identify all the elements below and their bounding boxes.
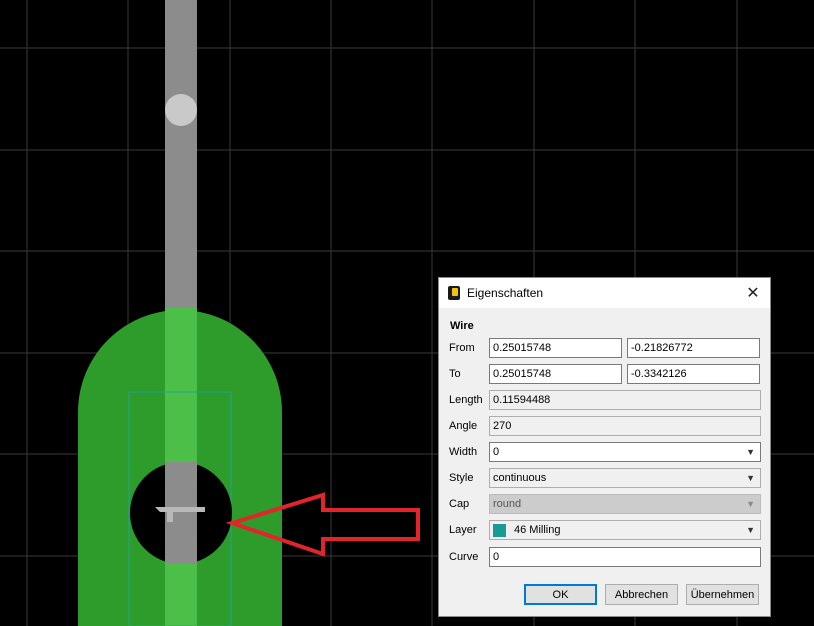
from-row: From 0.25015748 -0.21826772 xyxy=(449,338,760,358)
chevron-down-icon[interactable]: ▼ xyxy=(746,525,757,535)
app-icon xyxy=(448,286,460,300)
width-combo[interactable]: 0 ▼ xyxy=(489,442,761,462)
angle-row: Angle 270 xyxy=(449,416,761,436)
close-icon[interactable]: ✕ xyxy=(742,282,764,304)
width-value: 0 xyxy=(493,446,500,458)
section-title: Wire xyxy=(450,320,474,332)
chevron-down-icon[interactable]: ▼ xyxy=(746,447,757,457)
angle-label: Angle xyxy=(449,420,478,432)
cap-label: Cap xyxy=(449,498,470,510)
cap-row: Cap round ▼ xyxy=(449,494,761,514)
properties-dialog: Eigenschaften ✕ Wire From 0.25015748 -0.… xyxy=(438,277,771,617)
length-row: Length 0.11594488 xyxy=(449,390,761,410)
chevron-down-icon[interactable]: ▼ xyxy=(746,473,757,483)
dialog-title: Eigenschaften xyxy=(467,286,544,300)
wire-trace[interactable] xyxy=(165,0,197,308)
style-label: Style xyxy=(449,472,474,484)
to-x-input[interactable]: 0.25015748 xyxy=(489,364,622,384)
apply-button[interactable]: Übernehmen xyxy=(686,584,759,605)
cap-dropdown: round ▼ xyxy=(489,494,761,514)
length-field: 0.11594488 xyxy=(489,390,761,410)
to-row: To 0.25015748 -0.3342126 xyxy=(449,364,760,384)
to-y-input[interactable]: -0.3342126 xyxy=(627,364,760,384)
curve-input[interactable]: 0 xyxy=(489,547,761,567)
layer-label: Layer xyxy=(449,524,477,536)
width-row: Width 0 ▼ xyxy=(449,442,761,462)
width-label: Width xyxy=(449,446,478,458)
cancel-button[interactable]: Abbrechen xyxy=(605,584,678,605)
curve-row: Curve 0 xyxy=(449,547,761,567)
length-label: Length xyxy=(449,394,483,406)
ok-button[interactable]: OK xyxy=(524,584,597,605)
dialog-titlebar[interactable]: Eigenschaften ✕ xyxy=(439,278,770,308)
to-label: To xyxy=(449,368,461,380)
layer-dropdown[interactable]: 46 Milling ▼ xyxy=(489,520,761,540)
layer-row: Layer 46 Milling ▼ xyxy=(449,520,761,540)
style-dropdown[interactable]: continuous ▼ xyxy=(489,468,761,488)
chevron-down-icon: ▼ xyxy=(746,499,755,509)
style-value: continuous xyxy=(493,472,547,484)
via[interactable] xyxy=(165,94,197,126)
cap-value: round xyxy=(493,498,522,510)
layer-value: 46 Milling xyxy=(514,524,561,536)
angle-field: 270 xyxy=(489,416,761,436)
style-row: Style continuous ▼ xyxy=(449,468,761,488)
layer-selection: 46 Milling xyxy=(493,523,561,537)
from-y-input[interactable]: -0.21826772 xyxy=(627,338,760,358)
curve-label: Curve xyxy=(449,551,479,563)
layer-color-swatch xyxy=(493,523,506,537)
from-x-input[interactable]: 0.25015748 xyxy=(489,338,622,358)
from-label: From xyxy=(449,342,475,354)
